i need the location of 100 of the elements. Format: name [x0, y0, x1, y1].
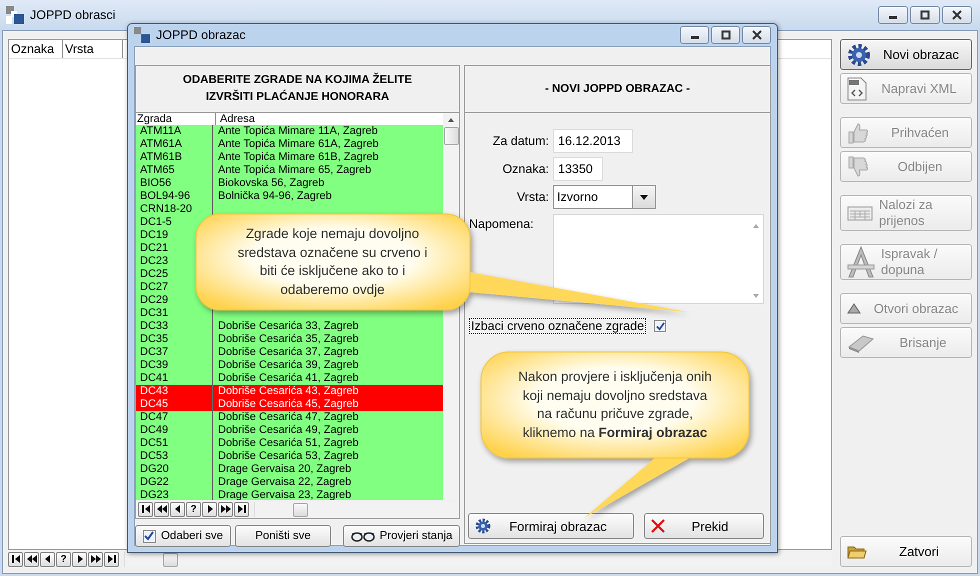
maximize-button[interactable] — [711, 26, 740, 44]
table-row[interactable]: DG23 Drage Gervaisa 23, Zagreb — [136, 489, 443, 500]
fast-forward-icon — [220, 505, 230, 513]
table-cell: DC43 — [140, 385, 168, 397]
help-button[interactable]: ? — [56, 552, 71, 566]
table-cell: DC27 — [140, 281, 168, 293]
table-row[interactable]: DC35 Dobriše Cesarića 35, Zagreb — [136, 333, 443, 346]
table-row[interactable]: DC53 Dobriše Cesarića 53, Zagreb — [136, 450, 443, 463]
table-cell: Dobriše Cesarića 49, Zagreb — [218, 424, 359, 436]
table-row[interactable]: DG20 Drage Gervaisa 20, Zagreb — [136, 463, 443, 476]
table-cell: ATM61B — [140, 151, 182, 163]
deselect-all-button[interactable]: Poništi sve — [235, 525, 331, 547]
table-cell: Drage Gervaisa 23, Zagreb — [218, 489, 352, 500]
code-field[interactable]: 13350 — [553, 157, 603, 181]
nav-button[interactable] — [138, 502, 153, 516]
nav-button[interactable] — [72, 552, 87, 566]
table-row[interactable]: ATM65 Ante Topića Mimare 65, Zagreb — [136, 164, 443, 177]
table-cell: DC47 — [140, 411, 168, 423]
table-row[interactable]: ATM61B Ante Topića Mimare 61B, Zagreb — [136, 151, 443, 164]
scroll-thumb[interactable] — [444, 127, 458, 145]
table-row[interactable]: DC37 Dobriše Cesarića 37, Zagreb — [136, 346, 443, 359]
keyboard-icon — [847, 204, 873, 222]
checkbox[interactable] — [654, 320, 666, 332]
help-button[interactable]: ? — [186, 502, 201, 516]
triangle-left-icon — [172, 505, 182, 513]
scroll-up-icon[interactable] — [447, 117, 455, 123]
check-balances-button[interactable]: Provjeri stanja — [343, 525, 460, 547]
table-cell: Dobriše Cesarića 45, Zagreb — [218, 398, 359, 410]
date-field[interactable]: 16.12.2013 — [553, 129, 633, 153]
minimize-button[interactable] — [878, 6, 908, 24]
triangle-icon — [847, 302, 861, 314]
table-row[interactable]: DC41 Dobriše Cesarića 41, Zagreb — [136, 372, 443, 385]
skip-back-icon — [10, 555, 20, 563]
table-cell: ATM65 — [140, 164, 175, 176]
checkbox[interactable] — [142, 530, 156, 542]
create-form-button[interactable]: Formiraj obrazac — [468, 513, 634, 539]
table-row[interactable]: DC45 Dobriše Cesarića 45, Zagreb — [136, 398, 443, 411]
table-cell: DC39 — [140, 359, 168, 371]
nav-button[interactable] — [40, 552, 55, 566]
table-row[interactable]: DC39 Dobriše Cesarića 39, Zagreb — [136, 359, 443, 372]
caret-icon — [640, 194, 648, 200]
table-cell: Dobriše Cesarića 47, Zagreb — [218, 411, 359, 423]
nav-button[interactable] — [8, 552, 23, 566]
table-cell: DG20 — [140, 463, 169, 475]
close-button[interactable] — [942, 6, 972, 24]
nav-button[interactable] — [104, 552, 119, 566]
table-row[interactable]: DC47 Dobriše Cesarića 47, Zagreb — [136, 411, 443, 424]
table-cell: DC25 — [140, 268, 168, 280]
nav-button[interactable] — [234, 502, 249, 516]
cancel-button[interactable]: Prekid — [644, 513, 764, 539]
nav-button[interactable] — [202, 502, 217, 516]
side-button[interactable]: Novi obrazac — [840, 39, 972, 70]
table-cell: BIO56 — [140, 177, 172, 189]
minimize-button[interactable] — [680, 26, 709, 44]
document-icon — [847, 76, 867, 100]
column-header[interactable]: Adresa — [216, 113, 255, 125]
field-label: Za datum: — [492, 134, 549, 148]
table-row[interactable]: ATM11A Ante Topića Mimare 11A, Zagreb — [136, 125, 443, 138]
close-icon — [952, 10, 962, 20]
nav-button[interactable] — [88, 552, 103, 566]
table-row[interactable]: BOL94-96 Bolnička 94-96, Zagreb — [136, 190, 443, 203]
folder-icon — [847, 544, 867, 560]
column-header[interactable]: Oznaka — [9, 40, 63, 58]
nav-button[interactable] — [24, 552, 39, 566]
close-icon — [752, 30, 762, 40]
skip-forward-icon — [106, 555, 116, 563]
table-row[interactable]: DG22 Drage Gervaisa 22, Zagreb — [136, 476, 443, 489]
nav-button[interactable] — [170, 502, 185, 516]
table-cell: DG22 — [140, 476, 169, 488]
triangle-left-icon — [42, 555, 52, 563]
gear-icon — [847, 42, 871, 66]
table-cell: Drage Gervaisa 20, Zagreb — [218, 463, 352, 475]
table-row[interactable]: ATM61A Ante Topića Mimare 61A, Zagreb — [136, 138, 443, 151]
checkbox-label[interactable]: Izbaci crveno označene zgrade — [469, 318, 646, 334]
maximize-button[interactable] — [910, 6, 940, 24]
table-row[interactable]: DC43 Dobriše Cesarića 43, Zagreb — [136, 385, 443, 398]
table-row[interactable]: DC33 Dobriše Cesarića 33, Zagreb — [136, 320, 443, 333]
thumbs-down-icon — [847, 154, 869, 178]
rewind-icon — [26, 555, 36, 563]
table-cell: Bolnička 94-96, Zagreb — [218, 190, 332, 202]
select-all-button[interactable]: Odaberi sve — [135, 525, 231, 547]
field-label: Napomena: — [469, 216, 535, 231]
table-row[interactable]: DC51 Dobriše Cesarića 51, Zagreb — [136, 437, 443, 450]
table-cell: Dobriše Cesarića 51, Zagreb — [218, 437, 359, 449]
table-cell: DC23 — [140, 255, 168, 267]
nav-button[interactable] — [154, 502, 169, 516]
close-button[interactable] — [742, 26, 771, 44]
close-window-button[interactable]: Zatvori — [840, 536, 972, 567]
table-row[interactable]: DC49 Dobriše Cesarića 49, Zagreb — [136, 424, 443, 437]
table-cell: DC1-5 — [140, 216, 172, 228]
table-cell: Dobriše Cesarića 41, Zagreb — [218, 372, 359, 384]
table-cell: Dobriše Cesarića 39, Zagreb — [218, 359, 359, 371]
table-cell: Drage Gervaisa 22, Zagreb — [218, 476, 352, 488]
type-dropdown[interactable]: Izvorno — [553, 185, 656, 209]
table-cell: Dobriše Cesarića 37, Zagreb — [218, 346, 359, 358]
section-heading: - NOVI JOPPD OBRAZAC - — [544, 82, 692, 96]
nav-button[interactable] — [218, 502, 233, 516]
column-header[interactable]: Vrsta — [63, 40, 123, 58]
drafting-icon — [847, 245, 875, 279]
table-row[interactable]: BIO56 Biokovska 56, Zagreb — [136, 177, 443, 190]
